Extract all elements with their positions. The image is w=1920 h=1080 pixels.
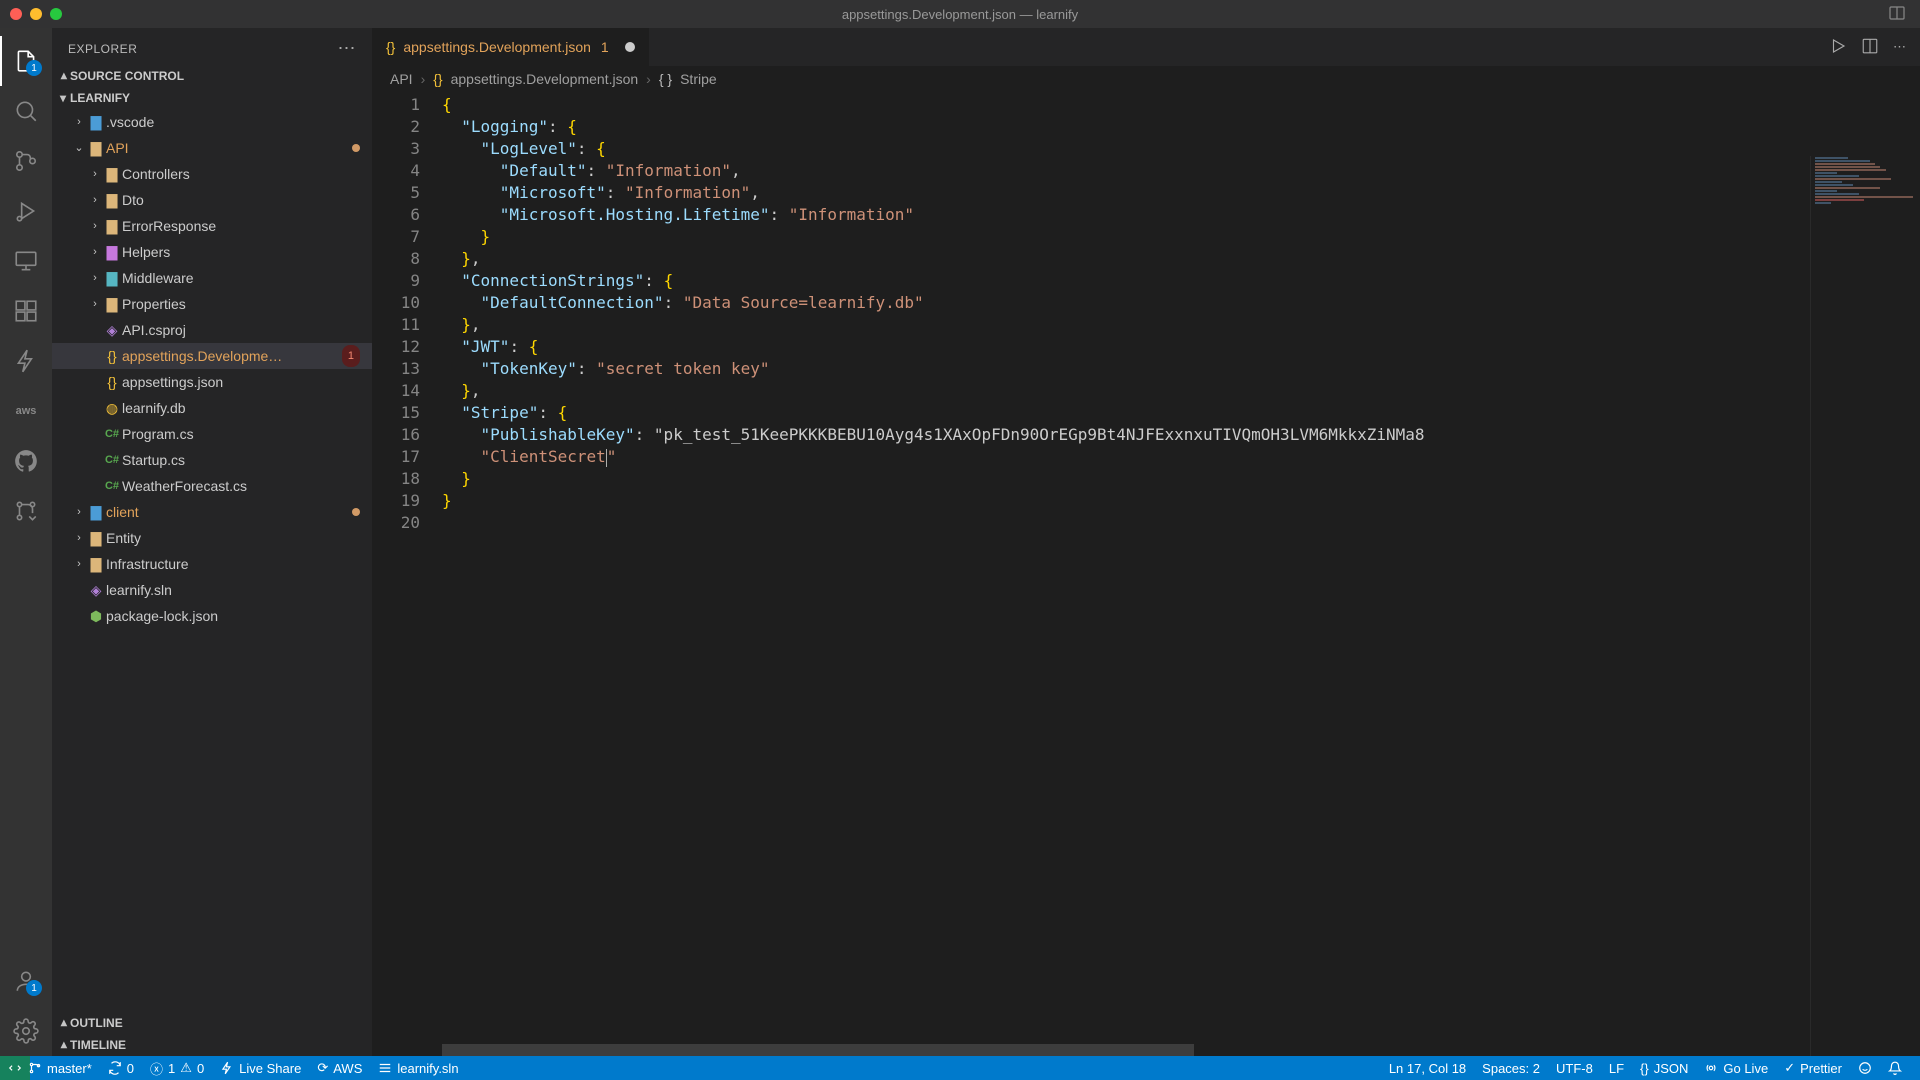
- status-eol[interactable]: LF: [1601, 1056, 1632, 1080]
- breadcrumb[interactable]: API › {} appsettings.Development.json › …: [372, 66, 1920, 92]
- activity-accounts[interactable]: 1: [0, 956, 52, 1006]
- tree-folder-helpers[interactable]: ›▇Helpers: [52, 239, 372, 265]
- run-icon[interactable]: [1829, 37, 1847, 58]
- sidebar-title: EXPLORER: [68, 42, 137, 56]
- breadcrumb-item[interactable]: API: [390, 71, 413, 87]
- activity-run-debug[interactable]: [0, 186, 52, 236]
- close-window[interactable]: [10, 8, 22, 20]
- tree-file-csproj[interactable]: ◈API.csproj: [52, 317, 372, 343]
- status-feedback-icon[interactable]: [1850, 1056, 1880, 1080]
- tab-appsettings-dev[interactable]: {} appsettings.Development.json 1: [372, 28, 650, 66]
- breadcrumb-item[interactable]: Stripe: [680, 71, 717, 87]
- status-position[interactable]: Ln 17, Col 18: [1381, 1056, 1474, 1080]
- status-aws[interactable]: ⟳AWS: [309, 1056, 370, 1080]
- tree-folder-vscode[interactable]: ›▇.vscode: [52, 109, 372, 135]
- file-tree: ›▇.vscode ⌄▇API ›▇Controllers ›▇Dto ›▇Er…: [52, 109, 372, 1012]
- tree-file-db[interactable]: ◍learnify.db: [52, 395, 372, 421]
- activity-aws[interactable]: aws: [0, 386, 52, 436]
- tree-file-appsettings[interactable]: {}appsettings.json: [52, 369, 372, 395]
- status-spaces[interactable]: Spaces: 2: [1474, 1056, 1548, 1080]
- sidebar: EXPLORER ⋯ ▸SOURCE CONTROL ▾LEARNIFY ›▇.…: [52, 28, 372, 1056]
- status-problems[interactable]: ⓧ1⚠0: [142, 1056, 212, 1080]
- split-editor-icon[interactable]: [1861, 37, 1879, 58]
- tree-file-package-lock[interactable]: ⬢package-lock.json: [52, 603, 372, 629]
- tab-label: appsettings.Development.json: [403, 39, 591, 55]
- activity-explorer[interactable]: 1: [0, 36, 52, 86]
- modified-dot: [352, 508, 360, 516]
- status-branch[interactable]: master*: [20, 1056, 100, 1080]
- unsaved-dot-icon: [625, 42, 635, 52]
- tree-folder-dto[interactable]: ›▇Dto: [52, 187, 372, 213]
- chevron-right-icon: ›: [421, 71, 426, 87]
- code-editor[interactable]: 1234567891011121314151617181920 { "Loggi…: [372, 92, 1920, 1056]
- activity-source-control[interactable]: [0, 136, 52, 186]
- tree-folder-properties[interactable]: ›▇Properties: [52, 291, 372, 317]
- tree-folder-controllers[interactable]: ›▇Controllers: [52, 161, 372, 187]
- more-actions-icon[interactable]: ⋯: [1893, 39, 1906, 55]
- tree-file-program[interactable]: C#Program.cs: [52, 421, 372, 447]
- activity-search[interactable]: [0, 86, 52, 136]
- section-source-control[interactable]: ▸SOURCE CONTROL: [52, 65, 372, 87]
- maximize-window[interactable]: [50, 8, 62, 20]
- tree-folder-middleware[interactable]: ›▇Middleware: [52, 265, 372, 291]
- tree-folder-entity[interactable]: ›▇Entity: [52, 525, 372, 551]
- titlebar: appsettings.Development.json — learnify: [0, 0, 1920, 28]
- minimap[interactable]: [1810, 156, 1920, 1056]
- tree-file-weather[interactable]: C#WeatherForecast.cs: [52, 473, 372, 499]
- minimize-window[interactable]: [30, 8, 42, 20]
- more-icon[interactable]: ⋯: [338, 38, 357, 59]
- sidebar-header: EXPLORER ⋯: [52, 28, 372, 65]
- account-badge: 1: [26, 980, 42, 996]
- activity-extensions[interactable]: [0, 286, 52, 336]
- activity-thunder[interactable]: [0, 336, 52, 386]
- section-outline[interactable]: ▸OUTLINE: [52, 1012, 372, 1034]
- explorer-badge: 1: [26, 60, 42, 76]
- tree-file-sln[interactable]: ◈learnify.sln: [52, 577, 372, 603]
- horizontal-scrollbar[interactable]: [442, 1044, 1810, 1056]
- status-language[interactable]: {}JSON: [1632, 1056, 1696, 1080]
- status-solution[interactable]: learnify.sln: [370, 1056, 466, 1080]
- status-sync[interactable]: 0: [100, 1056, 142, 1080]
- json-icon: {}: [433, 71, 442, 87]
- status-bar: master* 0 ⓧ1⚠0 Live Share ⟳AWS learnify.…: [0, 1056, 1920, 1080]
- tree-folder-infra[interactable]: ›▇Infrastructure: [52, 551, 372, 577]
- tree-file-startup[interactable]: C#Startup.cs: [52, 447, 372, 473]
- section-workspace[interactable]: ▾LEARNIFY: [52, 87, 372, 109]
- line-gutter: 1234567891011121314151617181920: [372, 92, 442, 1056]
- error-badge: 1: [342, 345, 360, 367]
- breadcrumb-item[interactable]: appsettings.Development.json: [451, 71, 639, 87]
- tree-folder-api[interactable]: ⌄▇API: [52, 135, 372, 161]
- editor: {} appsettings.Development.json 1 ⋯ API …: [372, 28, 1920, 1056]
- scrollbar-thumb[interactable]: [442, 1044, 1194, 1056]
- activity-bar: 1 aws 1: [0, 28, 52, 1056]
- chevron-right-icon: ›: [646, 71, 651, 87]
- code-content[interactable]: { "Logging": { "LogLevel": { "Default": …: [442, 92, 1920, 1056]
- brace-icon: { }: [659, 71, 672, 87]
- layout-toggle-icon[interactable]: [1889, 5, 1905, 24]
- activity-git-graph[interactable]: [0, 486, 52, 536]
- tab-bar: {} appsettings.Development.json 1 ⋯: [372, 28, 1920, 66]
- tab-problem-badge: 1: [601, 39, 609, 55]
- activity-github[interactable]: [0, 436, 52, 486]
- tree-folder-client[interactable]: ›▇client: [52, 499, 372, 525]
- activity-settings[interactable]: [0, 1006, 52, 1056]
- status-prettier[interactable]: ✓Prettier: [1776, 1056, 1850, 1080]
- status-bell-icon[interactable]: [1880, 1056, 1910, 1080]
- tree-file-appsettings-dev[interactable]: {}appsettings.Developme…1: [52, 343, 372, 369]
- section-timeline[interactable]: ▸TIMELINE: [52, 1034, 372, 1056]
- activity-remote[interactable]: [0, 236, 52, 286]
- status-live-share[interactable]: Live Share: [212, 1056, 309, 1080]
- json-icon: {}: [386, 39, 395, 55]
- modified-dot: [352, 144, 360, 152]
- status-encoding[interactable]: UTF-8: [1548, 1056, 1601, 1080]
- window-title: appsettings.Development.json — learnify: [842, 7, 1078, 22]
- status-go-live[interactable]: Go Live: [1696, 1056, 1776, 1080]
- tree-folder-error[interactable]: ›▇ErrorResponse: [52, 213, 372, 239]
